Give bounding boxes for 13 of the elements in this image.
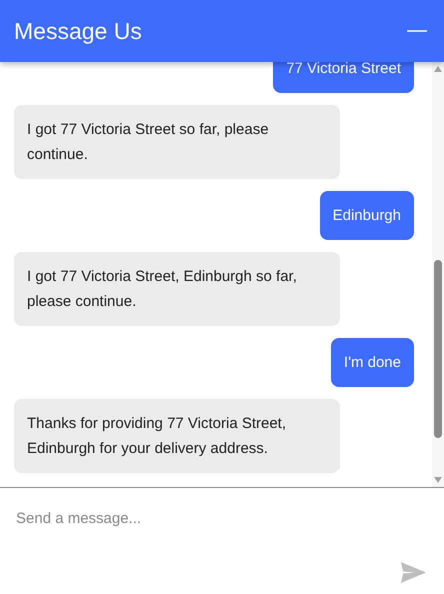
bot-message-bubble: I got 77 Victoria Street, Edinburgh so far, please continue. [14, 252, 340, 326]
user-message-bubble: 77 Victoria Street [273, 62, 414, 93]
user-message-bubble: I'm done [330, 338, 414, 387]
scrollbar-thumb[interactable] [434, 260, 442, 438]
send-icon[interactable] [401, 562, 426, 583]
chat-title: Message Us [14, 18, 142, 44]
scrollbar[interactable] [432, 62, 444, 487]
bot-message-bubble: I got 77 Victoria Street so far, please continue. [14, 105, 340, 179]
minimize-button[interactable]: — [404, 20, 430, 42]
scroll-up-icon[interactable] [434, 66, 442, 72]
bot-message-bubble: Thanks for providing 77 Victoria Street, Edinburgh for your delivery address. [14, 399, 340, 473]
scroll-down-icon[interactable] [434, 477, 442, 483]
user-message-bubble: Edinburgh [320, 191, 414, 240]
